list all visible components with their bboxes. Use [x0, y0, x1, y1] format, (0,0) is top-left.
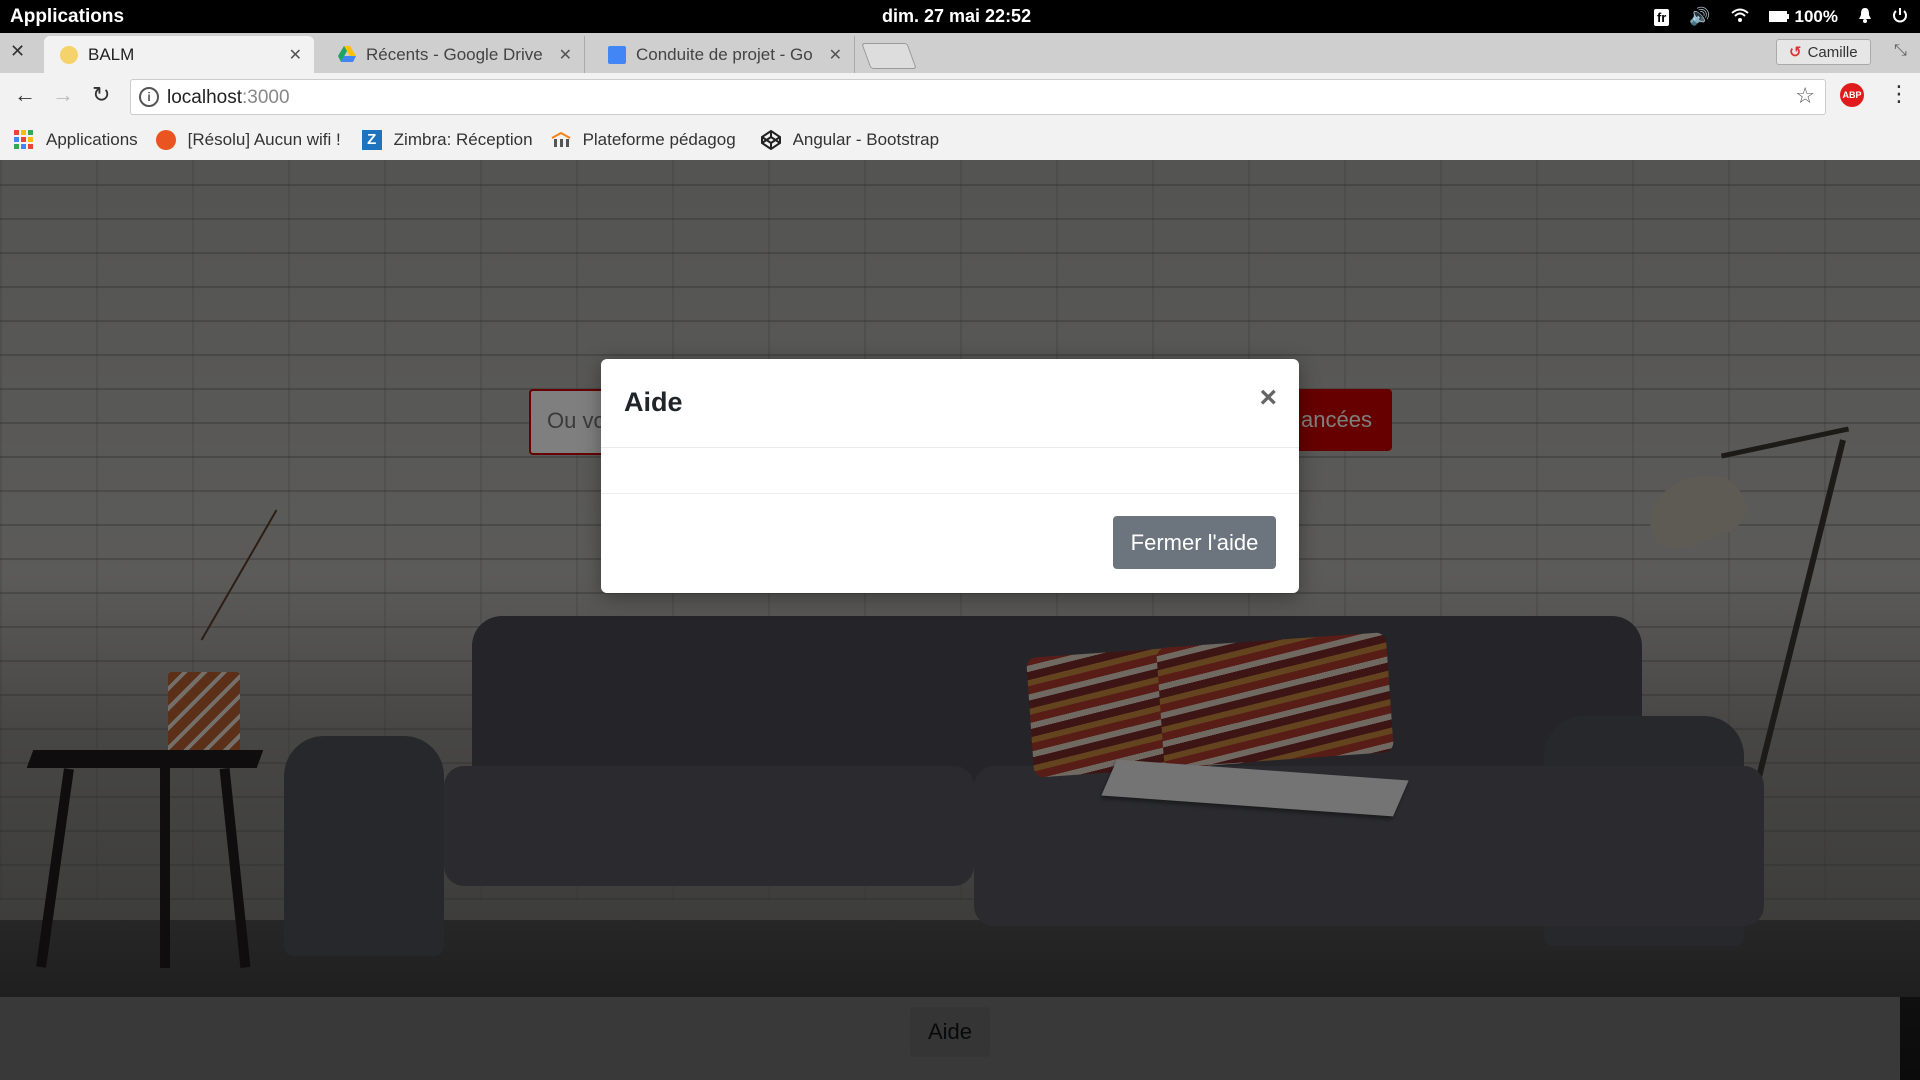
modal-body: [601, 448, 1299, 494]
notification-bell-icon[interactable]: [1858, 7, 1872, 28]
tab-close-icon[interactable]: ✕: [829, 45, 842, 65]
ubuntu-icon: [155, 129, 176, 150]
browser-toolbar: ← → ↻ i localhost:3000 ☆ ABP ⋮: [0, 73, 1920, 119]
bookmark-label: Zimbra: Réception: [393, 129, 533, 149]
bookmark-resolu-wifi[interactable]: [Résolu] Aucun wifi !: [155, 129, 344, 150]
browser-menu-icon[interactable]: ⋮: [1888, 81, 1910, 107]
bookmark-label: [Résolu] Aucun wifi !: [187, 129, 341, 149]
browser-chrome: ✕ BALM ✕ Récents - Google Drive ✕ Condui…: [0, 33, 1920, 160]
url-port: :3000: [242, 87, 290, 108]
bookmark-applications[interactable]: Applications: [14, 129, 138, 150]
tab-title: BALM: [88, 44, 135, 64]
reload-icon[interactable]: ↻: [92, 82, 110, 108]
address-url[interactable]: localhost:3000: [167, 87, 290, 109]
window-restore-icon[interactable]: ⤡: [1894, 42, 1907, 60]
help-modal: Aide × Fermer l'aide: [601, 359, 1299, 593]
back-arrow-icon[interactable]: ←: [14, 82, 36, 108]
volume-icon[interactable]: 🔊: [1689, 7, 1710, 27]
battery-status[interactable]: 100%: [1768, 7, 1838, 27]
google-docs-favicon-icon: [608, 45, 626, 64]
moodle-icon: [551, 130, 571, 150]
balm-favicon-icon: [60, 45, 78, 64]
close-help-button[interactable]: Fermer l'aide: [1113, 516, 1276, 569]
modal-backdrop[interactable]: [0, 160, 1920, 1080]
zimbra-icon: Z: [361, 129, 382, 150]
bookmarks-bar: Applications [Résolu] Aucun wifi ! Z Zim…: [0, 119, 1920, 160]
tab-balm[interactable]: BALM ✕: [44, 36, 314, 73]
modal-header: Aide ×: [601, 359, 1299, 448]
tab-strip: ✕ BALM ✕ Récents - Google Drive ✕ Condui…: [0, 33, 1920, 73]
battery-icon: [1768, 7, 1789, 27]
profile-name: Camille: [1807, 43, 1858, 61]
tab-google-drive[interactable]: Récents - Google Drive ✕: [322, 36, 585, 73]
window-close-icon[interactable]: ✕: [10, 41, 25, 62]
power-icon[interactable]: [1892, 7, 1908, 28]
profile-sync-icon: ↺: [1789, 44, 1802, 61]
google-drive-favicon-icon: [338, 45, 356, 64]
bookmark-star-icon[interactable]: ☆: [1795, 83, 1815, 109]
bookmark-label: Applications: [46, 129, 138, 149]
adblock-plus-icon[interactable]: ABP: [1840, 83, 1864, 107]
page-viewport: ancées Aide Aide × Fermer l'aide: [0, 160, 1920, 1080]
new-tab-button[interactable]: [861, 43, 917, 69]
codepen-icon: [760, 129, 781, 150]
tab-conduite-projet[interactable]: Conduite de projet - Go ✕: [592, 36, 855, 73]
tab-title: Récents - Google Drive: [366, 44, 543, 64]
bookmark-label: Angular - Bootstrap: [792, 129, 940, 149]
bookmark-angular-bootstrap[interactable]: Angular - Bootstrap: [760, 129, 940, 150]
tab-close-icon[interactable]: ✕: [559, 45, 572, 65]
apps-grid-icon: [14, 129, 34, 150]
url-host: localhost: [167, 87, 242, 108]
os-applications-menu[interactable]: Applications: [10, 6, 124, 28]
os-clock[interactable]: dim. 27 mai 22:52: [882, 6, 1031, 27]
battery-percentage: 100%: [1794, 7, 1838, 26]
site-info-icon[interactable]: i: [139, 87, 159, 107]
wifi-icon[interactable]: [1730, 7, 1749, 27]
bookmark-label: Plateforme pédagog: [582, 129, 736, 149]
bookmark-zimbra[interactable]: Z Zimbra: Réception: [361, 129, 533, 150]
tab-close-icon[interactable]: ✕: [289, 45, 302, 65]
os-status-area: fr 🔊 100%: [1653, 4, 1908, 30]
os-top-bar: Applications dim. 27 mai 22:52 fr 🔊 100%: [0, 0, 1920, 33]
tab-title: Conduite de projet - Go: [636, 44, 813, 64]
keyboard-layout-indicator[interactable]: fr: [1653, 8, 1670, 26]
profile-button[interactable]: ↺ Camille: [1776, 39, 1871, 65]
bookmark-plateforme-pedagogique[interactable]: Plateforme pédagog: [551, 130, 743, 150]
address-bar[interactable]: i localhost:3000 ☆: [130, 79, 1826, 115]
modal-title: Aide: [624, 387, 683, 417]
forward-arrow-icon[interactable]: →: [52, 82, 74, 108]
close-icon[interactable]: ×: [1259, 383, 1277, 413]
